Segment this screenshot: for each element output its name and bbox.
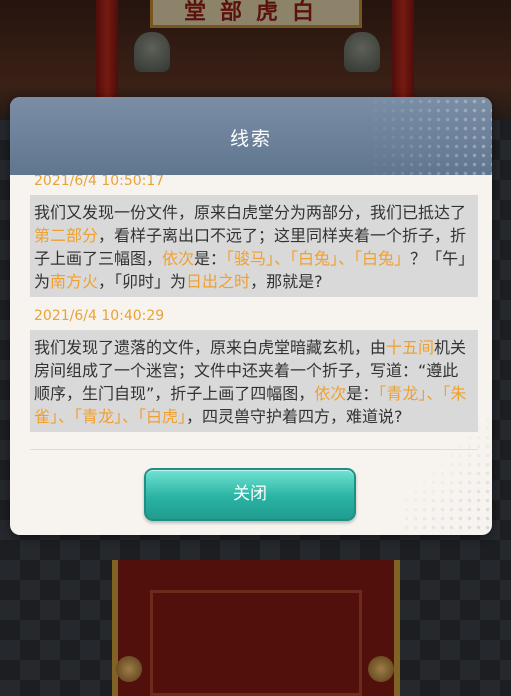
clue-text-segment: ，那就是? bbox=[250, 272, 323, 291]
clue-keyword: 南方火 bbox=[50, 272, 99, 291]
clue-text-segment: 我们又发现一份文件，原来白虎堂分为两部分，我们已抵达了 bbox=[34, 203, 467, 222]
clue-timestamp: 2021/6/4 10:40:29 bbox=[34, 308, 165, 324]
clue-keyword: 依次 bbox=[314, 384, 347, 403]
dialog-header: 线索 bbox=[10, 97, 492, 175]
clue-text-segment: 是： bbox=[194, 249, 227, 268]
clue-text-segment: 我们发现了遗落的文件，原来白虎堂暗藏玄机，由 bbox=[34, 338, 387, 357]
clue-text-segment: ，四灵兽守护着四方，难道说? bbox=[186, 407, 403, 426]
clue-keyword: 第二部分 bbox=[34, 226, 99, 245]
clue-entry: 2021/6/4 10:50:17 我们又发现一份文件，原来白虎堂分为两部分，我们… bbox=[30, 175, 478, 297]
clue-keyword: 日出之时 bbox=[186, 272, 251, 291]
clue-text-segment: ，「卯时」为 bbox=[98, 272, 187, 291]
clue-keyword: 十五间 bbox=[386, 338, 435, 357]
dialog-title: 线索 bbox=[229, 128, 272, 150]
clue-keyword: 依次 bbox=[162, 249, 195, 268]
clue-text-segment: 是： bbox=[346, 384, 379, 403]
clue-entry: 2021/6/4 10:40:29 我们发现了遗落的文件，原来白虎堂暗藏玄机，由十… bbox=[30, 302, 478, 432]
close-button[interactable]: 关闭 bbox=[144, 468, 356, 521]
clue-dialog: 线索 2021/6/4 10:50:17 我们又发现一份文件，原来白虎堂分为两部分… bbox=[10, 97, 492, 535]
clue-text: 我们又发现一份文件，原来白虎堂分为两部分，我们已抵达了第二部分，看样子离出口不远… bbox=[30, 195, 478, 297]
clue-timestamp: 2021/6/4 10:50:17 bbox=[34, 175, 165, 189]
clue-list[interactable]: 2021/6/4 10:50:17 我们又发现一份文件，原来白虎堂分为两部分，我们… bbox=[30, 175, 478, 448]
divider bbox=[30, 449, 478, 450]
clue-keyword: 「骏马」、「白兔」、「白兔」 bbox=[226, 249, 411, 268]
clue-text: 我们发现了遗落的文件，原来白虎堂暗藏玄机，由十五间机关房间组成了一个迷宫；文件中… bbox=[30, 330, 478, 432]
